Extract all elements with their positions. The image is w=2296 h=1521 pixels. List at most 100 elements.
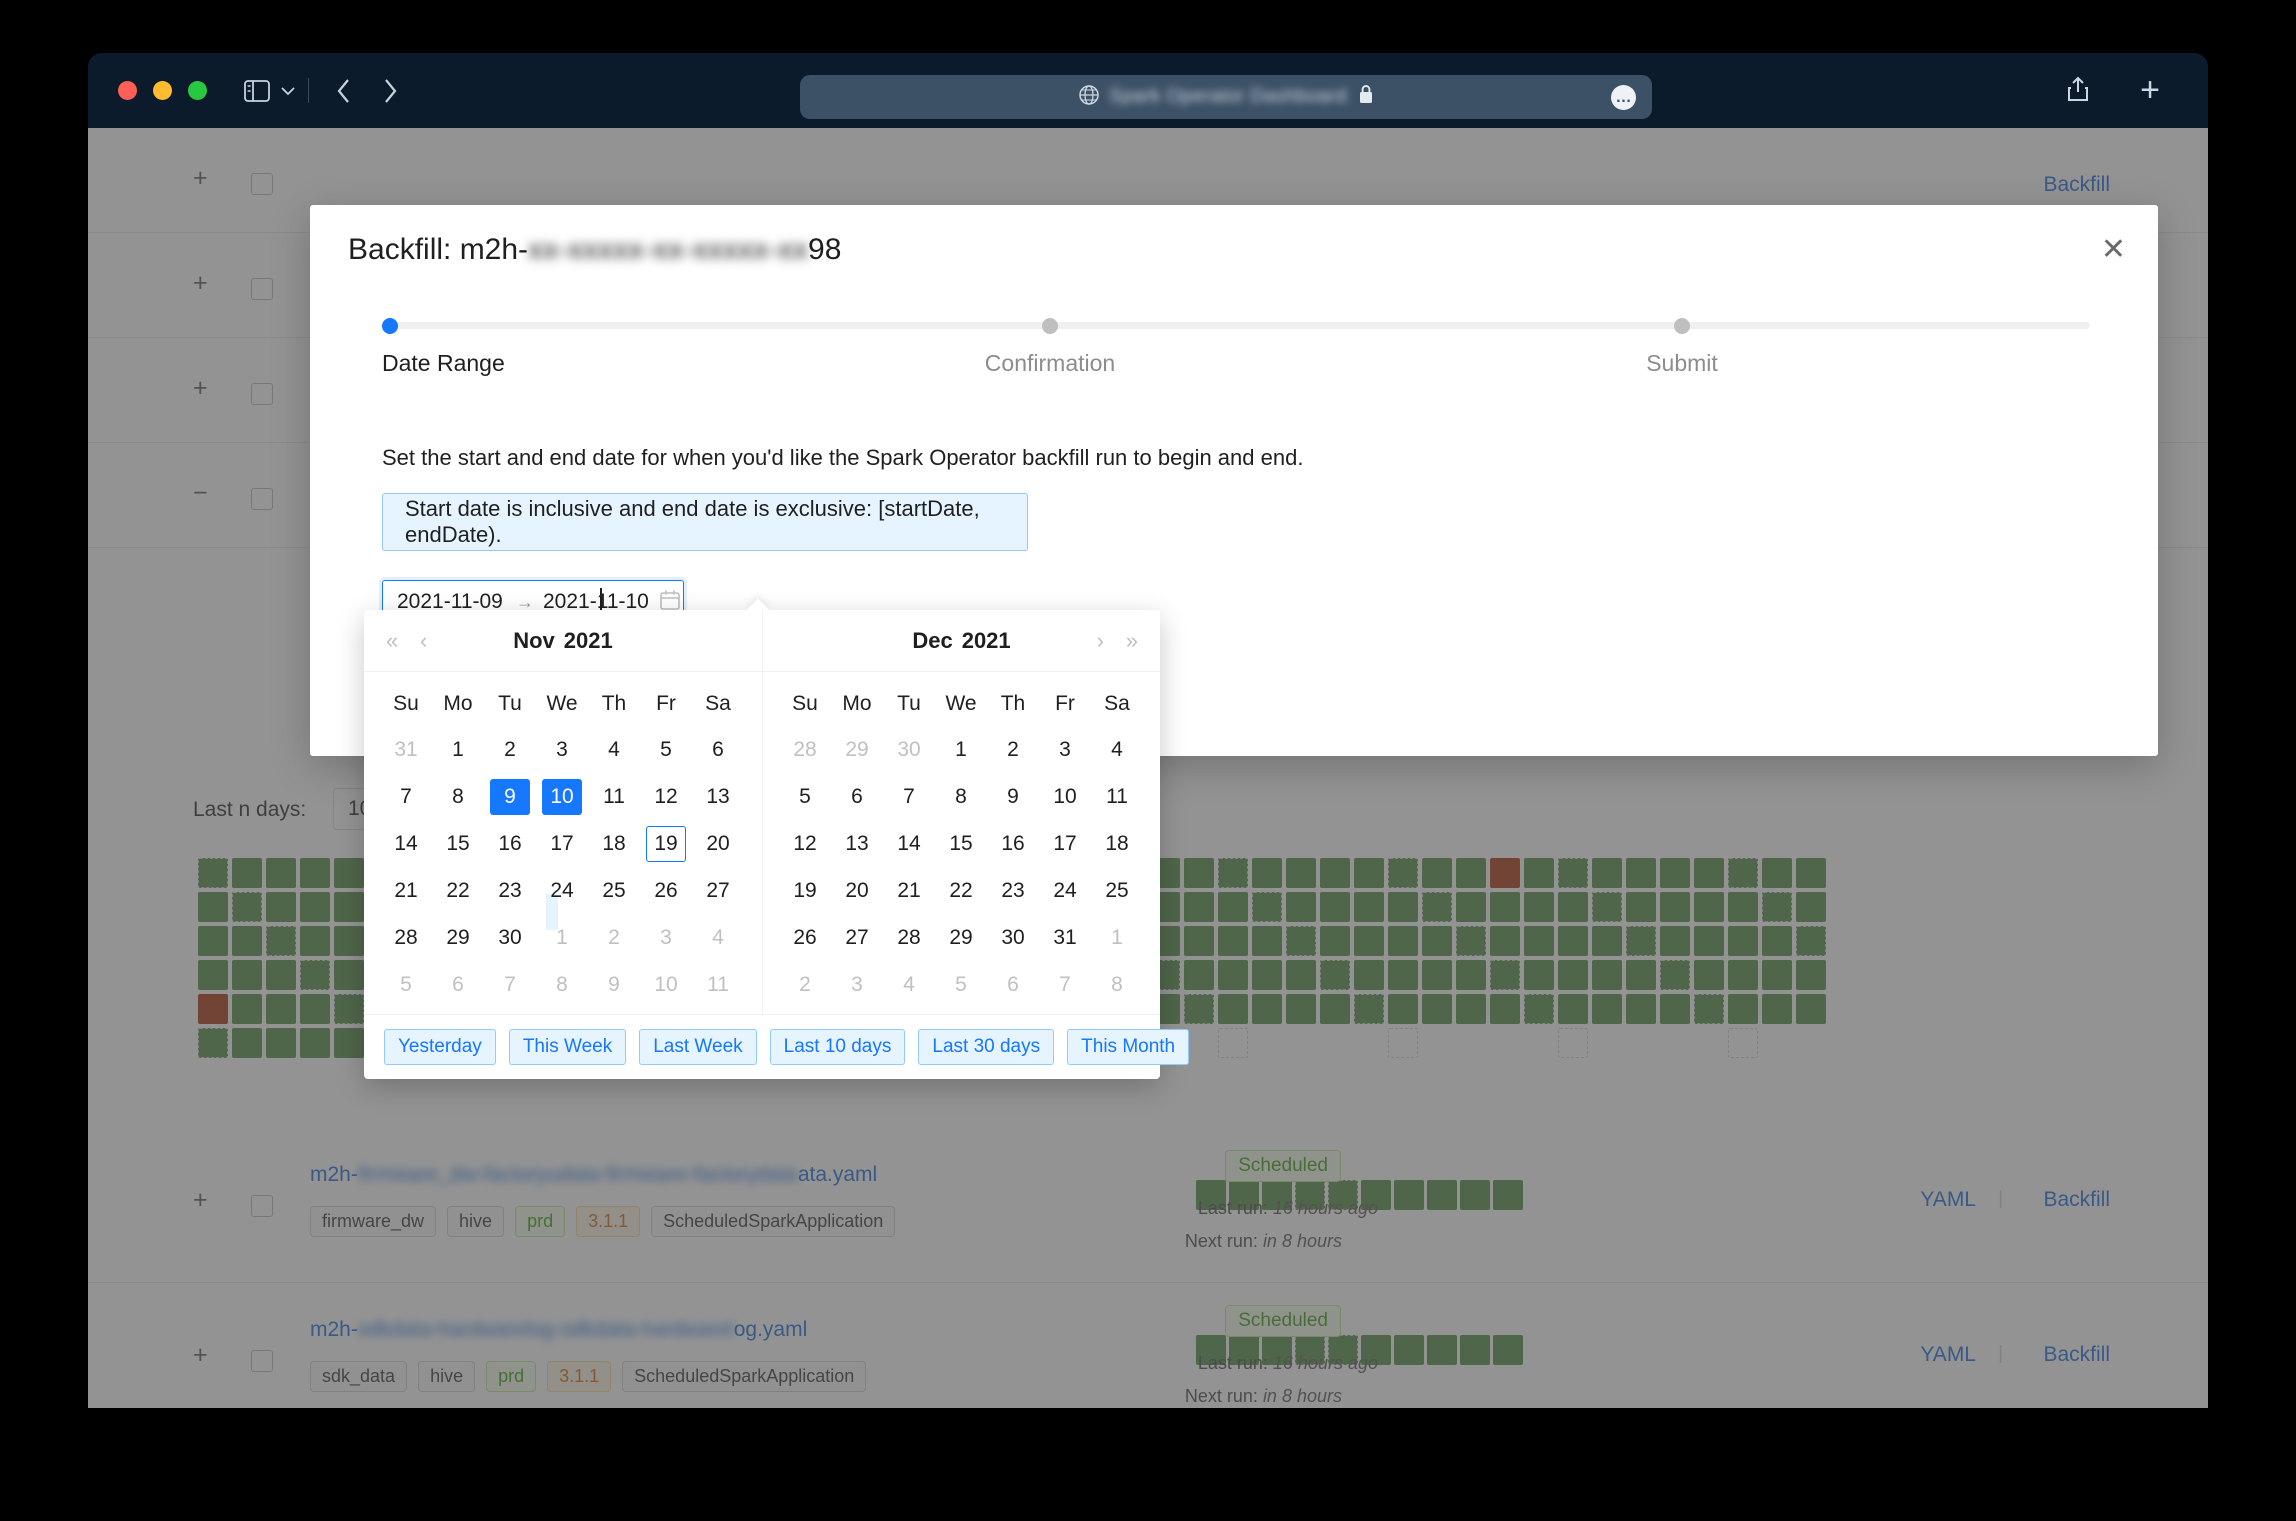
calendar-day-cell[interactable]: 4 bbox=[588, 726, 640, 773]
calendar-day-cell[interactable]: 30 bbox=[883, 726, 935, 773]
sidebar-icon[interactable] bbox=[244, 80, 270, 102]
prev-year-icon[interactable]: « bbox=[386, 630, 398, 652]
calendar-day-cell[interactable]: 21 bbox=[883, 867, 935, 914]
calendar-day-cell[interactable]: 14 bbox=[380, 820, 432, 867]
calendar-day-cell[interactable]: 3 bbox=[536, 726, 588, 773]
shortcut-last-week[interactable]: Last Week bbox=[639, 1029, 756, 1065]
calendar-day-cell[interactable]: 14 bbox=[883, 820, 935, 867]
calendar-day-cell[interactable]: 19 bbox=[779, 867, 831, 914]
ellipsis-icon[interactable]: … bbox=[1611, 85, 1636, 110]
shortcut-yesterday[interactable]: Yesterday bbox=[384, 1029, 496, 1065]
forward-arrow-icon[interactable] bbox=[382, 77, 398, 105]
calendar-day-cell[interactable]: 20 bbox=[831, 867, 883, 914]
calendar-day-cell[interactable]: 26 bbox=[779, 914, 831, 961]
calendar-day-cell[interactable]: 12 bbox=[640, 773, 692, 820]
calendar-day-cell[interactable]: 22 bbox=[935, 867, 987, 914]
calendar-day-cell[interactable]: 5 bbox=[935, 961, 987, 1008]
calendar-day-cell[interactable]: 1 bbox=[536, 914, 588, 961]
prev-month-icon[interactable]: ‹ bbox=[420, 630, 427, 652]
maximize-window-button[interactable] bbox=[188, 81, 207, 100]
calendar-day-cell[interactable]: 25 bbox=[1091, 867, 1143, 914]
calendar-day-cell[interactable]: 11 bbox=[588, 773, 640, 820]
calendar-year-right[interactable]: 2021 bbox=[962, 628, 1011, 653]
calendar-day-cell[interactable]: 28 bbox=[883, 914, 935, 961]
calendar-day-cell[interactable]: 2 bbox=[779, 961, 831, 1008]
calendar-day-cell[interactable]: 31 bbox=[380, 726, 432, 773]
calendar-day-cell[interactable]: 2 bbox=[588, 914, 640, 961]
calendar-day-cell[interactable]: 6 bbox=[831, 773, 883, 820]
calendar-day-cell[interactable]: 29 bbox=[935, 914, 987, 961]
calendar-day-cell[interactable]: 8 bbox=[432, 773, 484, 820]
date-range-calendar-dropdown[interactable]: « ‹ Nov2021 Su Mo Tu We Th Fr Sa bbox=[364, 610, 1160, 1079]
shortcut-last-30-days[interactable]: Last 30 days bbox=[918, 1029, 1054, 1065]
calendar-day-cell[interactable]: 4 bbox=[1091, 726, 1143, 773]
calendar-day-cell[interactable]: 27 bbox=[692, 867, 744, 914]
calendar-day-cell[interactable]: 24 bbox=[536, 867, 588, 914]
calendar-day-cell[interactable]: 15 bbox=[935, 820, 987, 867]
calendar-grid-right[interactable]: 2829301234567891011121314151617181920212… bbox=[779, 726, 1144, 1008]
calendar-day-cell[interactable]: 24 bbox=[1039, 867, 1091, 914]
calendar-day-cell[interactable]: 8 bbox=[935, 773, 987, 820]
step-dot-date-range[interactable] bbox=[382, 318, 398, 334]
calendar-day-cell[interactable]: 28 bbox=[779, 726, 831, 773]
calendar-day-cell[interactable]: 21 bbox=[380, 867, 432, 914]
calendar-day-cell[interactable]: 26 bbox=[640, 867, 692, 914]
calendar-day-cell[interactable]: 29 bbox=[831, 726, 883, 773]
calendar-day-cell[interactable]: 19 bbox=[640, 820, 692, 867]
calendar-day-cell[interactable]: 15 bbox=[432, 820, 484, 867]
calendar-day-cell[interactable]: 11 bbox=[1091, 773, 1143, 820]
calendar-day-cell[interactable]: 16 bbox=[987, 820, 1039, 867]
calendar-day-cell[interactable]: 12 bbox=[779, 820, 831, 867]
calendar-day-cell[interactable]: 27 bbox=[831, 914, 883, 961]
calendar-day-cell[interactable]: 5 bbox=[640, 726, 692, 773]
calendar-day-cell[interactable]: 4 bbox=[883, 961, 935, 1008]
calendar-day-cell[interactable]: 7 bbox=[484, 961, 536, 1008]
calendar-month-right[interactable]: Dec bbox=[912, 628, 952, 653]
next-month-icon[interactable]: › bbox=[1097, 630, 1104, 652]
close-icon[interactable]: ✕ bbox=[2101, 235, 2126, 265]
calendar-day-cell[interactable]: 6 bbox=[692, 726, 744, 773]
calendar-day-cell[interactable]: 6 bbox=[432, 961, 484, 1008]
calendar-day-cell[interactable]: 28 bbox=[380, 914, 432, 961]
address-bar[interactable]: Spark Operator Dashboard … bbox=[800, 75, 1652, 119]
step-dot-submit[interactable] bbox=[1674, 318, 1690, 334]
shortcut-last-10-days[interactable]: Last 10 days bbox=[770, 1029, 906, 1065]
calendar-day-cell[interactable]: 25 bbox=[588, 867, 640, 914]
calendar-day-cell[interactable]: 1 bbox=[935, 726, 987, 773]
calendar-day-cell[interactable]: 10 bbox=[536, 773, 588, 820]
calendar-day-cell[interactable]: 20 bbox=[692, 820, 744, 867]
calendar-day-cell[interactable]: 30 bbox=[987, 914, 1039, 961]
chevron-down-icon[interactable] bbox=[280, 86, 296, 96]
calendar-day-cell[interactable]: 3 bbox=[640, 914, 692, 961]
calendar-grid-left[interactable]: 3112345678910111213141516171819202122232… bbox=[380, 726, 746, 1008]
calendar-day-cell[interactable]: 23 bbox=[987, 867, 1039, 914]
share-icon[interactable] bbox=[2066, 75, 2090, 108]
calendar-day-cell[interactable]: 10 bbox=[640, 961, 692, 1008]
calendar-day-cell[interactable]: 18 bbox=[1091, 820, 1143, 867]
calendar-month-left[interactable]: Nov bbox=[513, 628, 555, 653]
calendar-day-cell[interactable]: 4 bbox=[692, 914, 744, 961]
calendar-day-cell[interactable]: 8 bbox=[1091, 961, 1143, 1008]
calendar-day-cell[interactable]: 1 bbox=[1091, 914, 1143, 961]
calendar-day-cell[interactable]: 22 bbox=[432, 867, 484, 914]
calendar-day-cell[interactable]: 3 bbox=[831, 961, 883, 1008]
calendar-day-cell[interactable]: 30 bbox=[484, 914, 536, 961]
calendar-day-cell[interactable]: 9 bbox=[987, 773, 1039, 820]
calendar-day-cell[interactable]: 9 bbox=[588, 961, 640, 1008]
close-window-button[interactable] bbox=[118, 81, 137, 100]
calendar-day-cell[interactable]: 8 bbox=[536, 961, 588, 1008]
calendar-day-cell[interactable]: 5 bbox=[380, 961, 432, 1008]
calendar-day-cell[interactable]: 3 bbox=[1039, 726, 1091, 773]
calendar-day-cell[interactable]: 17 bbox=[1039, 820, 1091, 867]
plus-icon[interactable]: + bbox=[2140, 73, 2160, 107]
back-arrow-icon[interactable] bbox=[336, 77, 352, 105]
calendar-day-cell[interactable]: 6 bbox=[987, 961, 1039, 1008]
calendar-day-cell[interactable]: 23 bbox=[484, 867, 536, 914]
calendar-day-cell[interactable]: 29 bbox=[432, 914, 484, 961]
calendar-day-cell[interactable]: 13 bbox=[831, 820, 883, 867]
calendar-day-cell[interactable]: 2 bbox=[484, 726, 536, 773]
calendar-day-cell[interactable]: 16 bbox=[484, 820, 536, 867]
calendar-day-cell[interactable]: 10 bbox=[1039, 773, 1091, 820]
calendar-day-cell[interactable]: 7 bbox=[380, 773, 432, 820]
calendar-day-cell[interactable]: 7 bbox=[1039, 961, 1091, 1008]
